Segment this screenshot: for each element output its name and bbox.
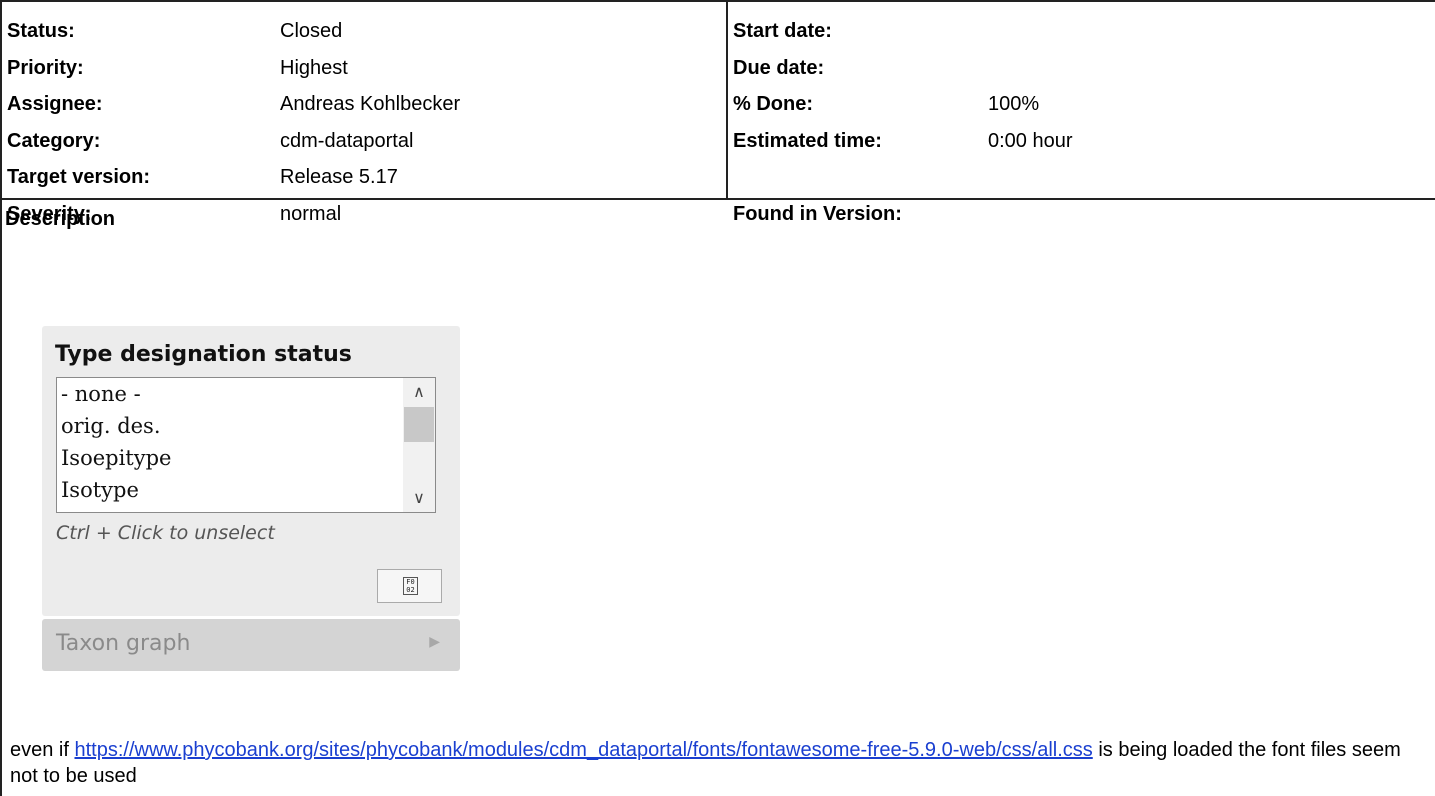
attribute-row-done: % Done: 100%: [728, 86, 1435, 122]
attributes-right-column: Start date: Due date: % Done: 100% Estim…: [726, 0, 1435, 225]
fontawesome-css-link[interactable]: https://www.phycobank.org/sites/phycoban…: [74, 739, 1092, 761]
chevron-down-icon: ∨: [413, 488, 425, 507]
embedded-facet-title: Type designation status: [55, 342, 352, 367]
attribute-label: Found in Version:: [733, 203, 902, 225]
issue-attributes: Status: Closed Priority: Highest Assigne…: [2, 0, 1435, 225]
taxon-graph-label: Taxon graph: [56, 631, 191, 656]
embedded-glyph-button: F0 02: [377, 569, 442, 603]
description-divider: [0, 198, 1435, 200]
embedded-scrollbar: ∧ ∨: [403, 378, 435, 512]
attribute-value[interactable]: Release 5.17: [280, 159, 398, 195]
attribute-label: Due date:: [733, 57, 825, 79]
attribute-row-start-date: Start date:: [728, 13, 1435, 49]
attribute-label: Target version:: [7, 166, 150, 188]
attribute-label: Assignee:: [7, 93, 103, 115]
description-text-before: even if: [10, 739, 75, 761]
attribute-label: Priority:: [7, 57, 84, 79]
embedded-hint: Ctrl + Click to unselect: [56, 522, 275, 544]
attribute-value: cdm-dataportal: [280, 130, 414, 152]
attribute-label: % Done:: [733, 93, 813, 115]
attribute-value: 100%: [988, 93, 1040, 115]
attribute-row-category: Category: cdm-dataportal: [2, 123, 724, 159]
list-item: orig. des.: [61, 414, 161, 438]
attribute-value: Closed: [280, 20, 343, 42]
attribute-value[interactable]: Andreas Kohlbecker: [280, 86, 460, 122]
attribute-label: Category:: [7, 130, 101, 152]
embedded-listbox: - none - orig. des. Isoepitype Isotype ∧…: [56, 377, 436, 513]
missing-glyph-icon: F0 02: [403, 577, 418, 595]
attribute-value: normal: [280, 203, 342, 225]
list-item: - none -: [61, 382, 141, 406]
attribute-label: Estimated time:: [733, 130, 882, 152]
attribute-row-found-in-version: Found in Version:: [728, 196, 1435, 232]
attribute-row-empty: [728, 159, 1435, 195]
attribute-value: 0:00 hour: [988, 130, 1073, 152]
attribute-row-estimated-time: Estimated time: 0:00 hour: [728, 123, 1435, 159]
description-text: even if https://www.phycobank.org/sites/…: [10, 737, 1410, 789]
description-title: Description: [5, 208, 116, 230]
attributes-left-column: Status: Closed Priority: Highest Assigne…: [2, 13, 724, 225]
attribute-label: Status:: [7, 20, 75, 42]
list-item: Isotype: [61, 478, 139, 502]
attribute-row-target-version: Target version: Release 5.17: [2, 159, 724, 195]
chevron-up-icon: ∧: [413, 382, 425, 401]
attribute-row-due-date: Due date:: [728, 50, 1435, 86]
list-item: Isoepitype: [61, 446, 172, 470]
attribute-row-assignee: Assignee: Andreas Kohlbecker: [2, 86, 724, 122]
caret-right-icon: ▶: [429, 633, 440, 649]
attribute-row-priority: Priority: Highest: [2, 50, 724, 86]
attribute-row-status: Status: Closed: [2, 13, 724, 49]
attribute-value: Highest: [280, 57, 348, 79]
embedded-taxon-graph-panel: Taxon graph ▶: [42, 619, 460, 671]
scroll-thumb: [404, 407, 434, 442]
attribute-label: Start date:: [733, 20, 832, 42]
